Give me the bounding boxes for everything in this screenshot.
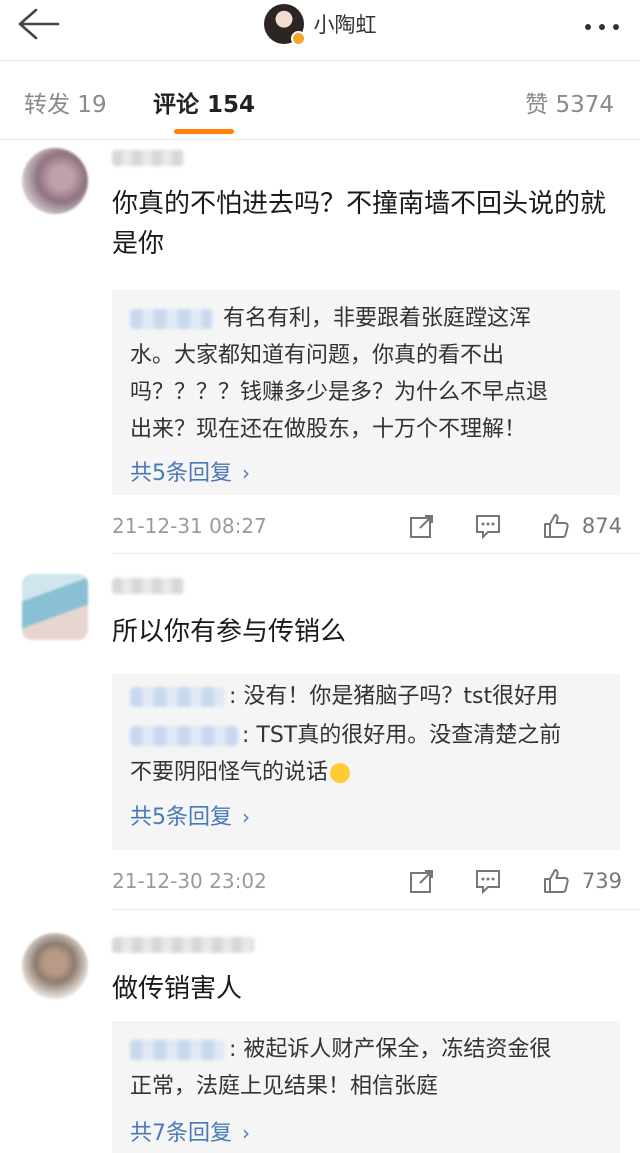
top-bar: 小陶虹 [0, 0, 640, 60]
tab-bar: 转发 19 评论 154 赞 5374 [0, 60, 640, 140]
comment-item: 所以你有参与传销么 : 没有！你是猪脑子吗？tst很好用 : TST真的很好用。… [0, 556, 640, 910]
reply-line: 正常，法庭上见结果！相信张庭 [130, 1074, 439, 1099]
chevron-right-icon: › [242, 461, 250, 485]
repost-icon[interactable] [408, 867, 436, 895]
avatar[interactable] [263, 4, 306, 46]
comment-meta: 21-12-30 23:02 739 [112, 867, 622, 897]
timestamp: 21-12-30 23:02 [112, 869, 267, 893]
thumbs-up-icon[interactable] [542, 867, 570, 895]
reply-line: : TST真的很好用。没查清楚之前 [130, 717, 606, 754]
timestamp: 21-12-31 08:27 [112, 514, 267, 538]
page-title: 小陶虹 [313, 13, 377, 37]
more-replies-link[interactable]: 共7条回复 › [130, 1115, 250, 1147]
comment-item: 做传销害人 : 被起诉人财产保全，冻结资金很 正常，法庭上见结果！相信张庭 共7… [0, 911, 640, 1153]
reply-line: : 被起诉人财产保全，冻结资金很 [130, 1031, 606, 1068]
reply-line: 有名有利，非要跟着张庭蹚这浑 [130, 300, 606, 337]
more-replies-link[interactable]: 共5条回复 › [130, 455, 250, 487]
reply-box[interactable]: : 没有！你是猪脑子吗？tst很好用 : TST真的很好用。没查清楚之前 不要阴… [112, 674, 620, 850]
tab-forward[interactable]: 转发 19 [24, 85, 107, 119]
reply-line: 不要阴阳怪气的说话 [130, 754, 606, 791]
smirk-emoji-icon [330, 763, 351, 783]
reply-username[interactable] [130, 1040, 225, 1060]
divider [112, 909, 640, 910]
reply-username[interactable] [130, 726, 238, 746]
comment-text: 所以你有参与传销么 [112, 617, 347, 647]
reply-line: : 没有！你是猪脑子吗？tst很好用 [130, 678, 606, 715]
username[interactable] [112, 578, 184, 594]
avatar[interactable] [22, 933, 88, 999]
reply-line: 出来？现在还在做股东，十万个不理解！ [130, 417, 527, 442]
comment-item: 你真的不怕进去吗？不撞南墙不回头说的就是你 有名有利，非要跟着张庭蹚这浑 水。大… [0, 140, 640, 555]
reply-username[interactable] [130, 309, 212, 329]
like-count: 874 [581, 514, 622, 538]
divider [112, 553, 640, 554]
more-replies-link[interactable]: 共5条回复 › [130, 799, 250, 831]
chevron-right-icon: › [242, 1121, 250, 1145]
thumbs-up-icon[interactable] [542, 512, 570, 540]
repost-icon[interactable] [408, 512, 436, 540]
reply-box[interactable]: : 被起诉人财产保全，冻结资金很 正常，法庭上见结果！相信张庭 共7条回复 › [112, 1021, 620, 1153]
verified-badge-icon [290, 31, 306, 46]
comment-text: 你真的不怕进去吗？不撞南墙不回头说的就是你 [112, 189, 607, 259]
comment-meta: 21-12-31 08:27 874 [112, 512, 622, 542]
more-dots-icon[interactable] [582, 18, 622, 30]
like-count: 739 [581, 869, 622, 893]
tab-like[interactable]: 赞 5374 [525, 85, 614, 119]
username[interactable] [112, 937, 254, 953]
chevron-right-icon: › [242, 805, 250, 829]
reply-line: 水。大家都知道有问题，你真的看不出 [130, 343, 505, 368]
reply-line: 吗？？？？钱赚多少是多？为什么不早点退 [130, 380, 549, 405]
reply-username[interactable] [130, 687, 225, 707]
active-tab-indicator [174, 129, 234, 134]
avatar[interactable] [22, 148, 88, 214]
comment-icon[interactable] [474, 512, 502, 540]
comment-icon[interactable] [474, 867, 502, 895]
avatar[interactable] [22, 574, 88, 640]
profile-header[interactable]: 小陶虹 [0, 2, 640, 46]
reply-box[interactable]: 有名有利，非要跟着张庭蹚这浑 水。大家都知道有问题，你真的看不出 吗？？？？钱赚… [112, 290, 620, 495]
username[interactable] [112, 150, 184, 166]
comment-text: 做传销害人 [112, 974, 243, 1004]
tab-comment[interactable]: 评论 154 [153, 85, 255, 119]
